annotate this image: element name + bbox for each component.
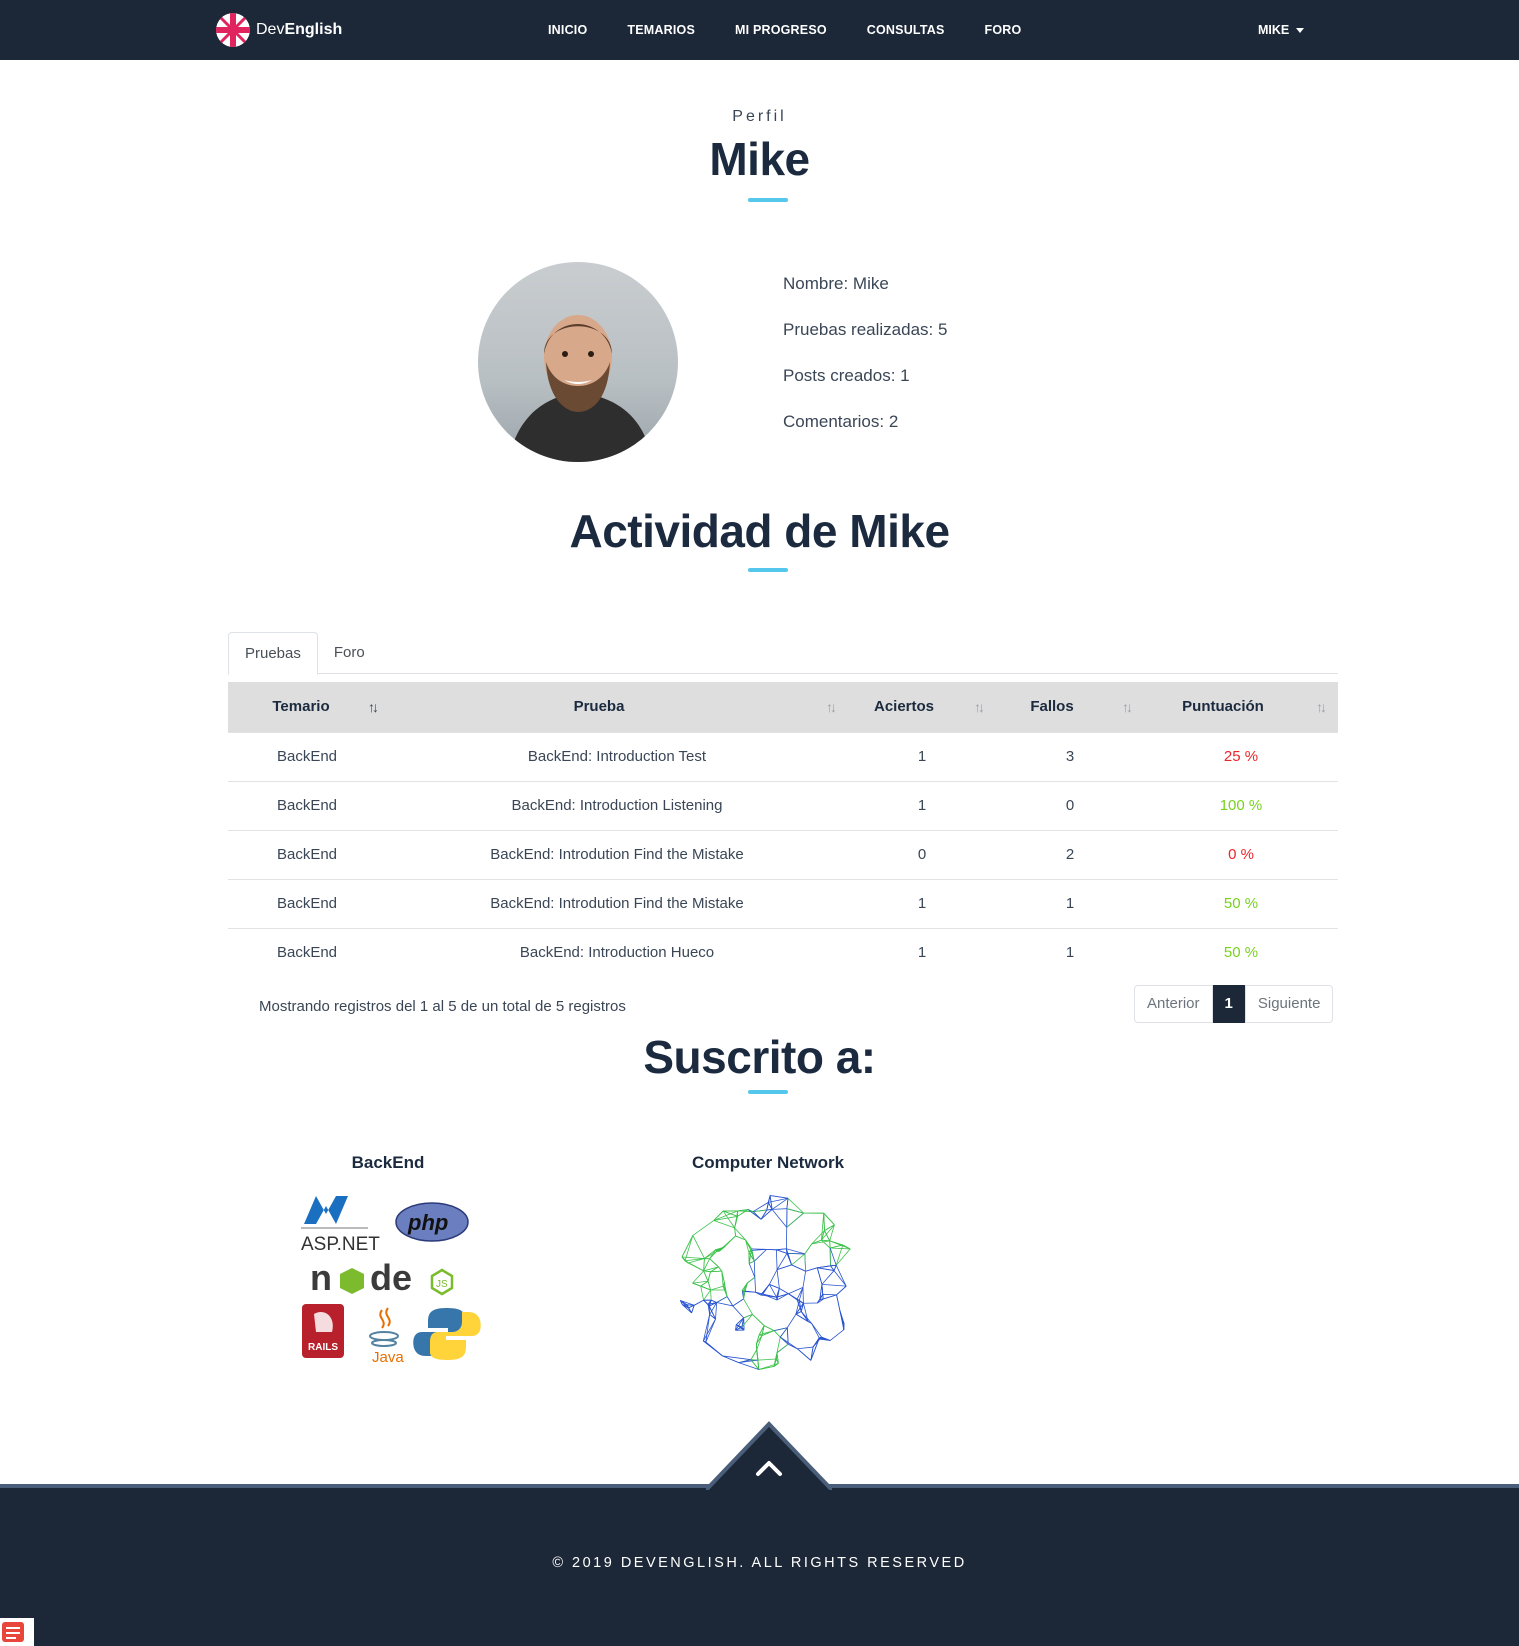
brand-logo-link[interactable]: DevEnglish — [216, 12, 342, 48]
main-nav: INICIO TEMARIOS MI PROGRESO CONSULTAS FO… — [548, 0, 1061, 60]
back-to-top-button[interactable] — [706, 1420, 832, 1490]
cell-temario: BackEnd — [228, 829, 386, 879]
cell-prueba: BackEnd: Introdution Find the Mistake — [386, 878, 848, 928]
subscription-computer-network-title[interactable]: Computer Network — [638, 1153, 898, 1173]
table-header-row: Temario ↑↓ Prueba ↑↓ Aciertos ↑↓ Fallos ↑↓ P… — [228, 682, 1338, 732]
profile-info: Nombre: Mike Pruebas realizadas: 5 Posts… — [783, 272, 947, 456]
cell-puntuacion: 100 % — [1144, 780, 1338, 830]
profile-posts: Posts creados: 1 — [783, 366, 910, 385]
svg-text:php: php — [407, 1210, 448, 1235]
sort-icon: ↑↓ — [1122, 699, 1133, 715]
uk-flag-icon — [216, 13, 250, 47]
pagination-prev-button[interactable]: Anterior — [1134, 985, 1213, 1023]
cell-prueba: BackEnd: Introduction Hueco — [386, 927, 848, 977]
profile-eyebrow: Perfil — [732, 108, 787, 125]
pagination-page-button[interactable]: 1 — [1212, 985, 1245, 1023]
cell-puntuacion: 0 % — [1144, 829, 1338, 879]
cell-puntuacion: 50 % — [1144, 878, 1338, 928]
tests-table: Temario ↑↓ Prueba ↑↓ Aciertos ↑↓ Fallos ↑↓ P… — [228, 682, 1338, 977]
cell-temario: BackEnd — [228, 878, 386, 928]
activity-heading: Actividad de Mike — [569, 505, 950, 557]
column-header-puntuacion[interactable]: Puntuación ↑↓ — [1144, 682, 1338, 732]
pagination: Anterior 1 Siguiente — [1134, 985, 1334, 1023]
cell-prueba: BackEnd: Introduction Test — [386, 731, 848, 781]
user-menu-dropdown[interactable]: MIKE — [1258, 0, 1305, 60]
user-menu-label: MIKE — [1258, 23, 1290, 37]
pagination-next-button[interactable]: Siguiente — [1244, 985, 1334, 1023]
sort-icon: ↑↓ — [1316, 699, 1327, 715]
svg-text:ASP.NET: ASP.NET — [301, 1234, 380, 1255]
svg-text:de: de — [370, 1257, 412, 1298]
nav-link-temarios[interactable]: TEMARIOS — [627, 23, 695, 37]
brand-name: DevEnglish — [256, 21, 343, 38]
svg-text:JS: JS — [436, 1279, 448, 1290]
column-header-prueba[interactable]: Prueba ↑↓ — [386, 682, 848, 732]
svg-text:Java: Java — [372, 1349, 404, 1366]
network-edge — [822, 1293, 837, 1296]
table-row: BackEnd BackEnd: Introdution Find the Mi… — [228, 878, 1338, 928]
heading-underline — [748, 1090, 788, 1094]
cell-aciertos: 1 — [848, 878, 996, 928]
profile-comentarios: Comentarios: 2 — [783, 412, 899, 431]
profile-nombre: Nombre: Mike — [783, 274, 889, 293]
table-info-count: Mostrando registros del 1 al 5 de un tot… — [259, 998, 626, 1015]
cell-prueba: BackEnd: Introdution Find the Mistake — [386, 829, 848, 879]
activity-tabs: Pruebas Foro — [228, 632, 1338, 675]
cell-aciertos: 0 — [848, 829, 996, 879]
column-header-temario[interactable]: Temario ↑↓ — [228, 682, 386, 732]
avatar — [478, 262, 678, 462]
cell-aciertos: 1 — [848, 780, 996, 830]
cell-aciertos: 1 — [848, 927, 996, 977]
cell-fallos: 1 — [996, 878, 1144, 928]
table-row: BackEnd BackEnd: Introduction Test 1 3 2… — [228, 731, 1338, 781]
nav-link-foro[interactable]: FORO — [985, 23, 1022, 37]
column-header-fallos[interactable]: Fallos ↑↓ — [996, 682, 1144, 732]
tab-pruebas[interactable]: Pruebas — [228, 632, 318, 675]
svg-text:n: n — [310, 1257, 332, 1298]
cell-temario: BackEnd — [228, 780, 386, 830]
footer-copyright: © 2019 DEVENGLISH. ALL RIGHTS RESERVED — [552, 1555, 967, 1571]
network-globe-image[interactable] — [674, 1188, 862, 1376]
cell-temario: BackEnd — [228, 731, 386, 781]
cell-aciertos: 1 — [848, 731, 996, 781]
sort-icon: ↑↓ — [826, 699, 837, 715]
subscription-backend-title[interactable]: BackEnd — [258, 1153, 518, 1173]
cell-puntuacion: 50 % — [1144, 927, 1338, 977]
navbar: DevEnglish INICIO TEMARIOS MI PROGRESO C… — [0, 0, 1519, 60]
caret-down-icon — [1296, 27, 1305, 33]
cell-fallos: 2 — [996, 829, 1144, 879]
debug-toolbar-icon[interactable] — [0, 1618, 34, 1646]
table-row: BackEnd BackEnd: Introduction Listening … — [228, 780, 1338, 830]
table-row: BackEnd BackEnd: Introdution Find the Mi… — [228, 829, 1338, 879]
backend-logos-image[interactable]: ASP.NET php n de JS RAILS Java — [296, 1190, 482, 1366]
nav-link-inicio[interactable]: INICIO — [548, 23, 587, 37]
cell-prueba: BackEnd: Introduction Listening — [386, 780, 848, 830]
network-edge — [753, 1261, 756, 1278]
table-row: BackEnd BackEnd: Introduction Hueco 1 1 … — [228, 927, 1338, 977]
profile-pruebas: Pruebas realizadas: 5 — [783, 320, 948, 339]
tab-foro[interactable]: Foro — [318, 632, 381, 675]
cell-puntuacion: 25 % — [1144, 731, 1338, 781]
sort-icon: ↑↓ — [974, 699, 985, 715]
cell-fallos: 1 — [996, 927, 1144, 977]
subscriptions-heading: Suscrito a: — [643, 1031, 876, 1083]
cell-temario: BackEnd — [228, 927, 386, 977]
sort-icon: ↑↓ — [368, 699, 379, 715]
nav-link-consultas[interactable]: CONSULTAS — [867, 23, 945, 37]
cell-fallos: 0 — [996, 780, 1144, 830]
heading-underline — [748, 568, 788, 572]
cell-fallos: 3 — [996, 731, 1144, 781]
profile-name-heading: Mike — [709, 133, 810, 185]
svg-text:RAILS: RAILS — [308, 1342, 338, 1353]
nav-link-mi-progreso[interactable]: MI PROGRESO — [735, 23, 827, 37]
column-header-aciertos[interactable]: Aciertos ↑↓ — [848, 682, 996, 732]
heading-underline — [748, 198, 788, 202]
